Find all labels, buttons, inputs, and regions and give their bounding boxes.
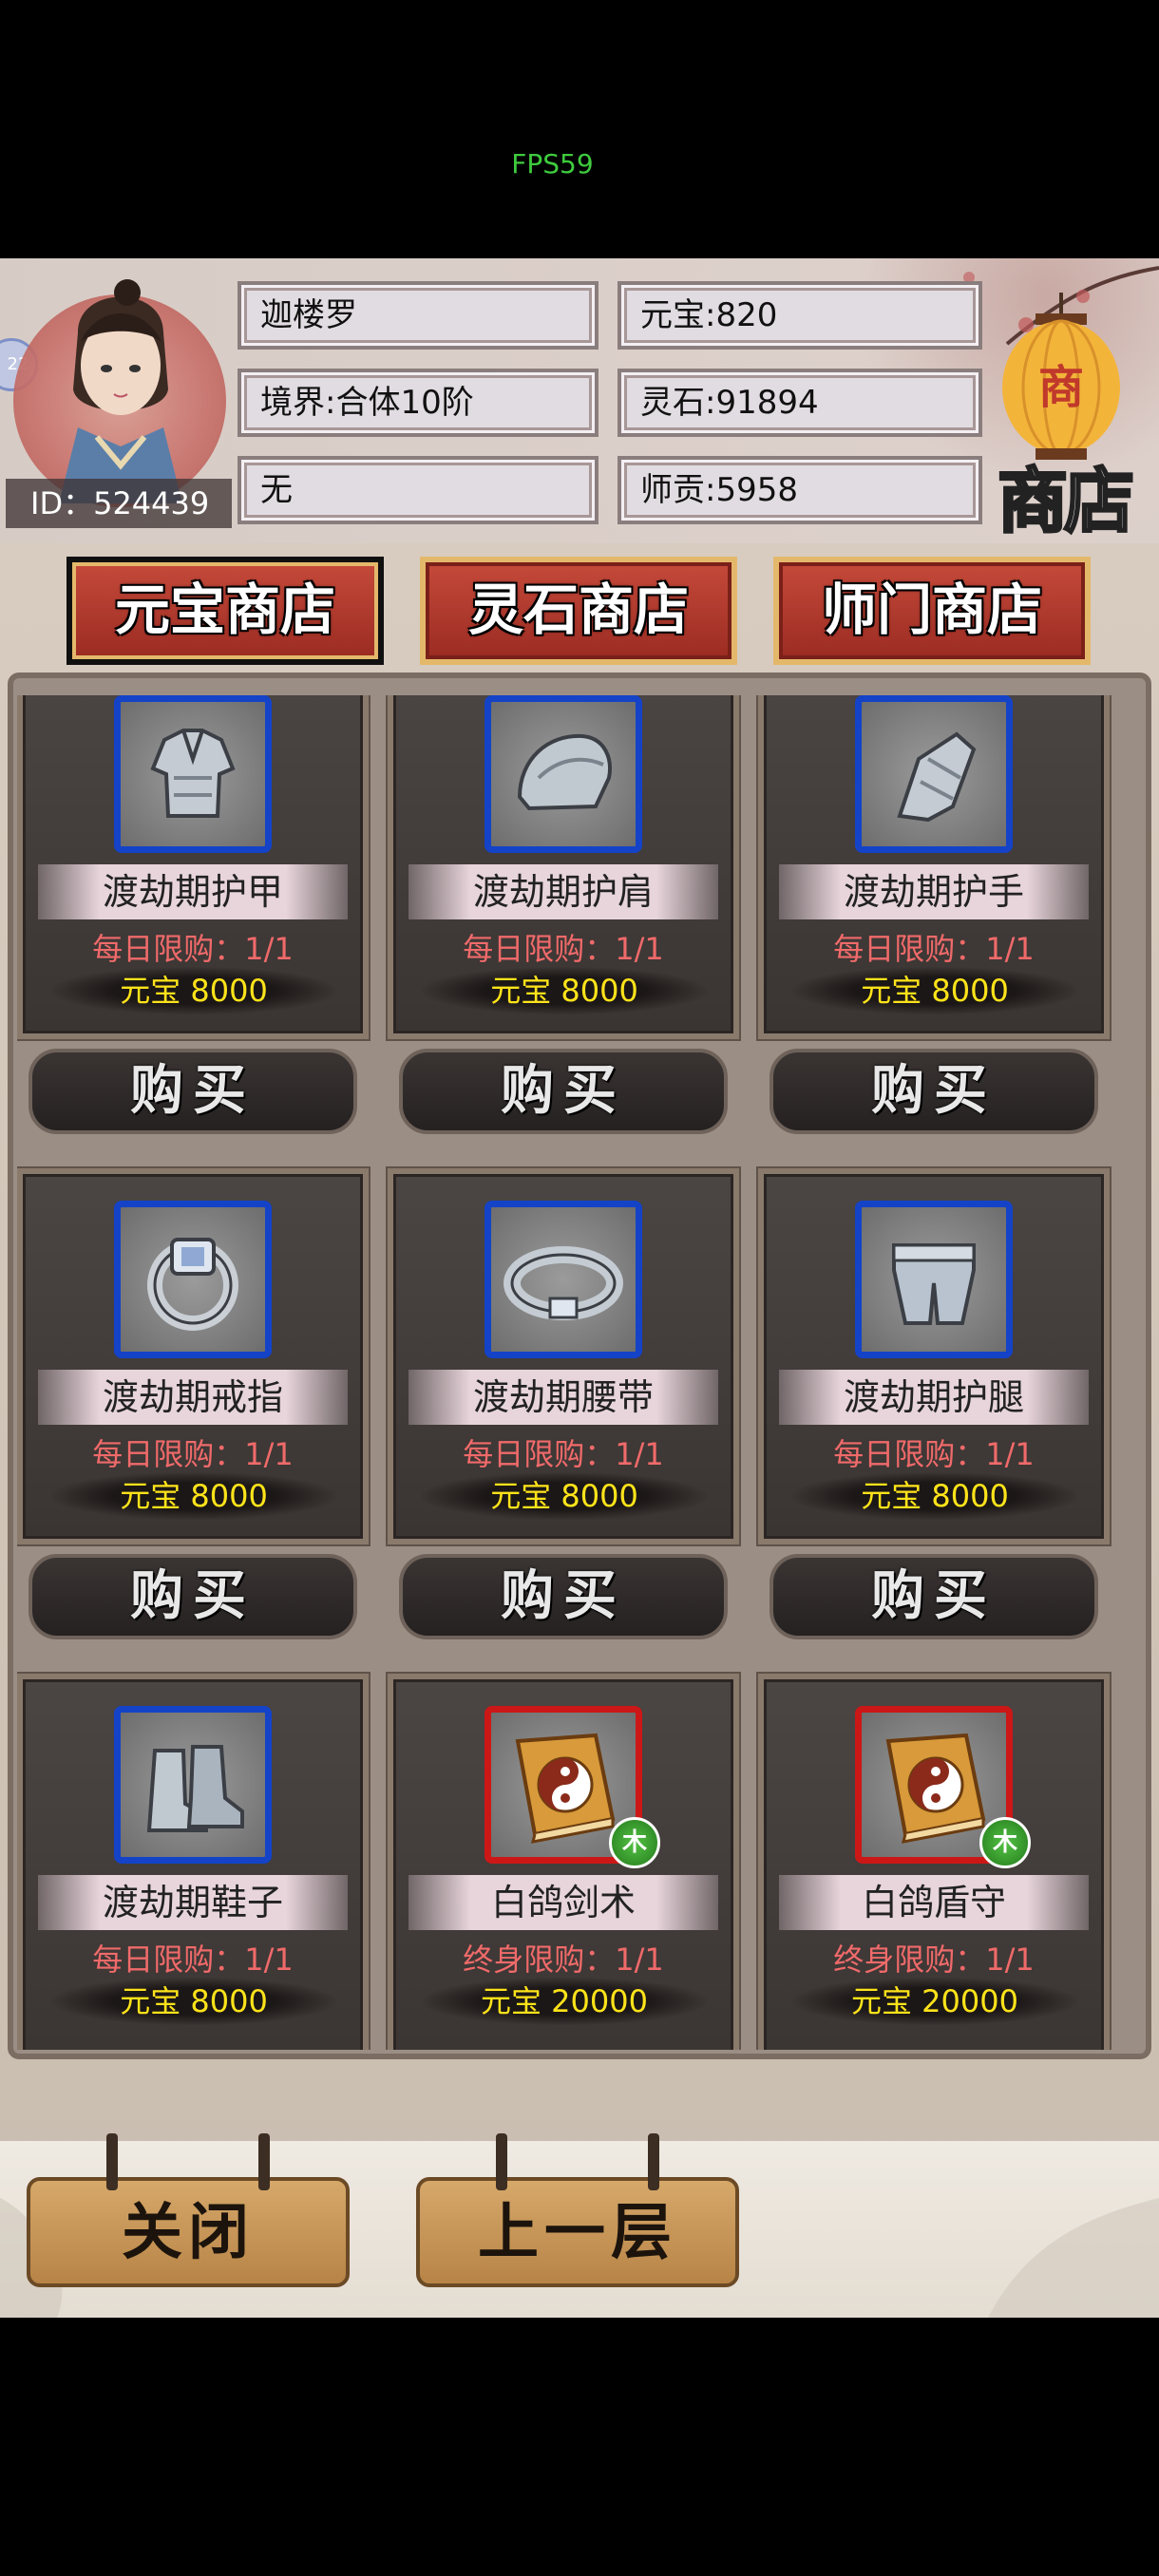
gauntlet-icon bbox=[897, 731, 977, 823]
item-icon-frame[interactable] bbox=[114, 1201, 272, 1358]
purchase-limit: 每日限购：1/1 bbox=[833, 1436, 1035, 1472]
lingshi-balance: 灵石:91894 bbox=[640, 384, 819, 422]
item-icon-frame[interactable] bbox=[484, 1201, 642, 1358]
lingshi-box: 灵石:91894 bbox=[618, 369, 982, 437]
tab-yuanbao-shop[interactable]: 元宝商店 bbox=[66, 557, 384, 665]
item-icon-frame[interactable] bbox=[855, 695, 1013, 853]
back-label: 上一层 bbox=[478, 2197, 677, 2268]
player-name-box: 迦楼罗 bbox=[238, 281, 598, 350]
shop-item-card[interactable]: 渡劫期腰带每日限购：1/1 元宝 8000 bbox=[388, 1168, 739, 1544]
item-icon-frame[interactable]: 木 bbox=[484, 1706, 660, 1868]
shop-item-card[interactable]: 渡劫期护甲每日限购：1/1 元宝 8000 bbox=[17, 695, 369, 1039]
close-label: 关闭 bbox=[122, 2197, 255, 2268]
shop-screen: 22 ID：524439 迦楼罗 境界:合体10阶 无 元宝:820 灵石:91… bbox=[0, 258, 1159, 2318]
shop-title: 商店 bbox=[997, 460, 1136, 544]
item-name: 渡劫期腰带 bbox=[408, 1370, 718, 1425]
shigong-balance: 师贡:5958 bbox=[640, 471, 798, 509]
purchase-limit: 终身限购：1/1 bbox=[833, 1941, 1035, 1978]
player-realm-box: 境界:合体10阶 bbox=[238, 369, 598, 437]
shoulder-guard-icon bbox=[517, 733, 612, 811]
item-name: 渡劫期护肩 bbox=[408, 864, 718, 919]
shop-item-card[interactable]: 渡劫期护肩每日限购：1/1 元宝 8000 bbox=[388, 695, 739, 1039]
rope-hook bbox=[648, 2133, 659, 2190]
item-price: 元宝 8000 bbox=[792, 967, 1077, 1014]
item-name: 渡劫期护甲 bbox=[38, 864, 348, 919]
purchase-limit: 每日限购：1/1 bbox=[92, 1941, 294, 1978]
element-badge: 木 bbox=[979, 1817, 1031, 1868]
purchase-limit: 每日限购：1/1 bbox=[463, 931, 664, 967]
tab-shimen-shop[interactable]: 师门商店 bbox=[773, 557, 1091, 665]
buy-button[interactable]: 购买 bbox=[399, 1554, 728, 1639]
item-price: 元宝 8000 bbox=[422, 967, 707, 1014]
shigong-box: 师贡:5958 bbox=[618, 456, 982, 524]
back-button[interactable]: 上一层 bbox=[416, 2133, 739, 2287]
shop-item-card[interactable]: 木白鸽剑术终身限购：1/1 元宝 20000 bbox=[388, 1674, 739, 2050]
shop-item-card[interactable]: 渡劫期戒指每日限购：1/1 元宝 8000 bbox=[17, 1168, 369, 1544]
buy-button[interactable]: 购买 bbox=[28, 1554, 357, 1639]
shop-item-card[interactable]: 木白鸽盾守终身限购：1/1 元宝 20000 bbox=[758, 1674, 1110, 2050]
close-button[interactable]: 关闭 bbox=[27, 2133, 350, 2287]
item-name: 渡劫期护手 bbox=[779, 864, 1089, 919]
buy-button[interactable]: 购买 bbox=[28, 1049, 357, 1134]
purchase-limit: 每日限购：1/1 bbox=[92, 1436, 294, 1472]
leg-guard-icon bbox=[892, 1243, 976, 1325]
item-grid[interactable]: 渡劫期护甲 每日限购：1/1 元宝 8000 购买 渡劫期护肩 每日限购：1/1 元宝 80… bbox=[17, 695, 1129, 2050]
item-price: 元宝 8000 bbox=[51, 1472, 336, 1520]
item-price: 元宝 20000 bbox=[422, 1978, 707, 2025]
player-realm: 境界:合体10阶 bbox=[260, 384, 474, 422]
item-name: 白鸽剑术 bbox=[408, 1875, 718, 1930]
item-price: 元宝 8000 bbox=[792, 1472, 1077, 1520]
rope-hook bbox=[496, 2133, 507, 2190]
item-name: 渡劫期护腿 bbox=[779, 1370, 1089, 1425]
purchase-limit: 每日限购：1/1 bbox=[92, 931, 294, 967]
lantern-char: 商 bbox=[1038, 361, 1084, 414]
buy-button[interactable]: 购买 bbox=[770, 1049, 1098, 1134]
player-header: 22 ID：524439 迦楼罗 境界:合体10阶 无 元宝:820 灵石:91… bbox=[0, 258, 1159, 544]
item-price: 元宝 8000 bbox=[51, 967, 336, 1014]
shop-item-card[interactable]: 渡劫期护手每日限购：1/1 元宝 8000 bbox=[758, 695, 1110, 1039]
item-icon-frame[interactable] bbox=[114, 695, 272, 853]
player-sect-box: 无 bbox=[238, 456, 598, 524]
rope-hook bbox=[258, 2133, 270, 2190]
item-icon-frame[interactable]: 木 bbox=[855, 1706, 1031, 1868]
item-price: 元宝 20000 bbox=[792, 1978, 1077, 2025]
player-name: 迦楼罗 bbox=[260, 296, 357, 334]
yuanbao-box: 元宝:820 bbox=[618, 281, 982, 350]
armor-icon bbox=[150, 729, 236, 818]
purchase-limit: 每日限购：1/1 bbox=[463, 1436, 664, 1472]
avatar[interactable] bbox=[40, 275, 201, 503]
boots-icon bbox=[146, 1745, 244, 1832]
item-icon-frame[interactable] bbox=[855, 1201, 1013, 1358]
tab-lingshi-shop[interactable]: 灵石商店 bbox=[420, 557, 737, 665]
item-name: 渡劫期戒指 bbox=[38, 1370, 348, 1425]
item-icon-frame[interactable] bbox=[484, 695, 642, 853]
ring-icon bbox=[147, 1238, 238, 1331]
yuanbao-balance: 元宝:820 bbox=[640, 296, 778, 334]
rope-hook bbox=[106, 2133, 118, 2190]
belt-icon bbox=[504, 1246, 623, 1320]
purchase-limit: 终身限购：1/1 bbox=[463, 1941, 664, 1978]
buy-button[interactable]: 购买 bbox=[399, 1049, 728, 1134]
item-price: 元宝 8000 bbox=[51, 1978, 336, 2025]
buy-button[interactable]: 购买 bbox=[770, 1554, 1098, 1639]
element-badge: 木 bbox=[609, 1817, 660, 1868]
player-sect: 无 bbox=[260, 471, 293, 509]
item-price: 元宝 8000 bbox=[422, 1472, 707, 1520]
fps-counter: FPS59 bbox=[511, 148, 594, 180]
player-id: ID：524439 bbox=[6, 479, 232, 528]
shop-item-card[interactable]: 渡劫期护腿每日限购：1/1 元宝 8000 bbox=[758, 1168, 1110, 1544]
purchase-limit: 每日限购：1/1 bbox=[833, 931, 1035, 967]
item-name: 白鸽盾守 bbox=[779, 1875, 1089, 1930]
item-icon-frame[interactable] bbox=[114, 1706, 272, 1864]
item-name: 渡劫期鞋子 bbox=[38, 1875, 348, 1930]
shop-item-card[interactable]: 渡劫期鞋子每日限购：1/1 元宝 8000 bbox=[17, 1674, 369, 2050]
